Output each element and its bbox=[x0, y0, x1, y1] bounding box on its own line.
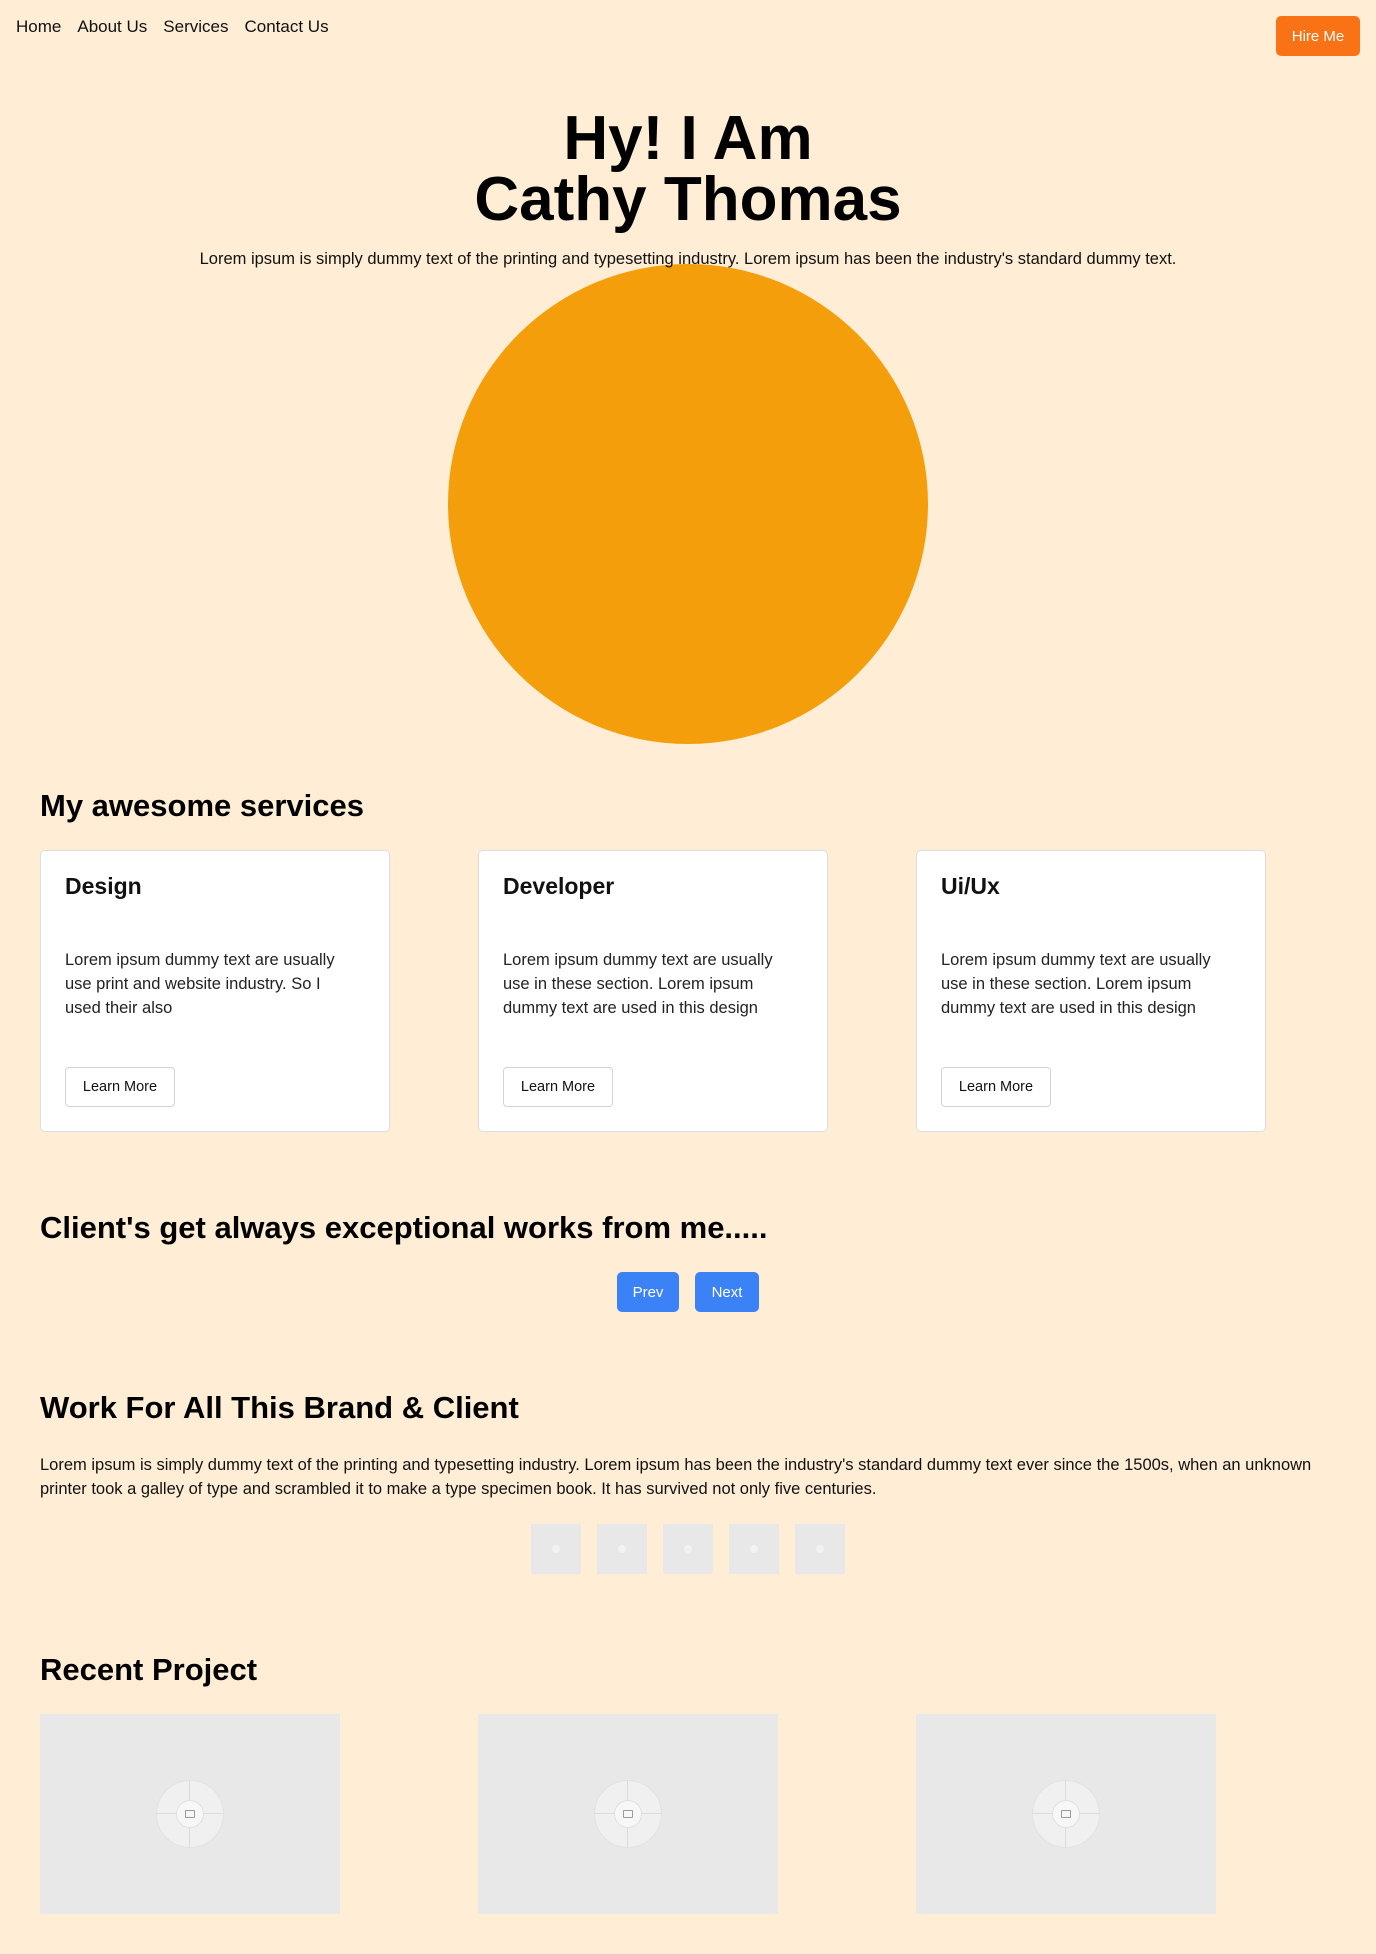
main-nav: Home About Us Services Contact Us bbox=[16, 17, 329, 37]
service-card-title: Design bbox=[65, 873, 142, 899]
hero-title-line1: Hy! I Am bbox=[563, 104, 813, 173]
testimonials-heading: Client's get always exceptional works fr… bbox=[40, 1210, 768, 1245]
brands-description: Lorem ipsum is simply dummy text of the … bbox=[40, 1456, 1312, 1498]
brand-logo-placeholder bbox=[531, 1524, 581, 1574]
service-card-design: Design Lorem ipsum dummy text are usuall… bbox=[40, 850, 390, 1132]
nav-about-link[interactable]: About Us bbox=[77, 17, 147, 37]
service-card-text: Lorem ipsum dummy text are usually use i… bbox=[503, 951, 773, 1017]
hero-subtitle: Lorem ipsum is simply dummy text of the … bbox=[199, 250, 1177, 268]
projects-list bbox=[40, 1714, 1216, 1914]
hero-image-circle bbox=[448, 264, 928, 744]
projects-heading: Recent Project bbox=[40, 1652, 258, 1687]
service-card-text: Lorem ipsum dummy text are usually use p… bbox=[65, 951, 335, 1017]
hero-title: Hy! I Am Cathy Thomas bbox=[0, 104, 1376, 234]
services-heading: My awesome services bbox=[40, 788, 364, 823]
service-card-title: Ui/Ux bbox=[941, 873, 1000, 899]
learn-more-button[interactable]: Learn More bbox=[941, 1067, 1051, 1107]
image-icon bbox=[623, 1810, 633, 1818]
brand-logo-placeholder bbox=[729, 1524, 779, 1574]
service-card-title: Developer bbox=[503, 873, 615, 899]
services-list: Design Lorem ipsum dummy text are usuall… bbox=[40, 850, 1266, 1132]
image-icon bbox=[185, 1810, 195, 1818]
service-card-text: Lorem ipsum dummy text are usually use i… bbox=[941, 951, 1211, 1017]
project-image-placeholder[interactable] bbox=[40, 1714, 340, 1914]
brands-heading: Work For All This Brand & Client bbox=[40, 1390, 519, 1425]
nav-contact-link[interactable]: Contact Us bbox=[244, 17, 328, 37]
brand-logos bbox=[531, 1524, 845, 1574]
learn-more-button[interactable]: Learn More bbox=[503, 1067, 613, 1107]
brand-logo-placeholder bbox=[597, 1524, 647, 1574]
image-icon bbox=[1061, 1810, 1071, 1818]
brand-logo-placeholder bbox=[663, 1524, 713, 1574]
service-card-developer: Developer Lorem ipsum dummy text are usu… bbox=[478, 850, 828, 1132]
next-button[interactable]: Next bbox=[695, 1272, 759, 1312]
brand-logo-placeholder bbox=[795, 1524, 845, 1574]
nav-services-link[interactable]: Services bbox=[163, 17, 228, 37]
nav-home-link[interactable]: Home bbox=[16, 17, 61, 37]
service-card-uiux: Ui/Ux Lorem ipsum dummy text are usually… bbox=[916, 850, 1266, 1132]
project-image-placeholder[interactable] bbox=[478, 1714, 778, 1914]
hire-me-button[interactable]: Hire Me bbox=[1276, 16, 1360, 56]
project-image-placeholder[interactable] bbox=[916, 1714, 1216, 1914]
prev-button[interactable]: Prev bbox=[617, 1272, 679, 1312]
learn-more-button[interactable]: Learn More bbox=[65, 1067, 175, 1107]
hero-title-line2: Cathy Thomas bbox=[474, 165, 902, 234]
